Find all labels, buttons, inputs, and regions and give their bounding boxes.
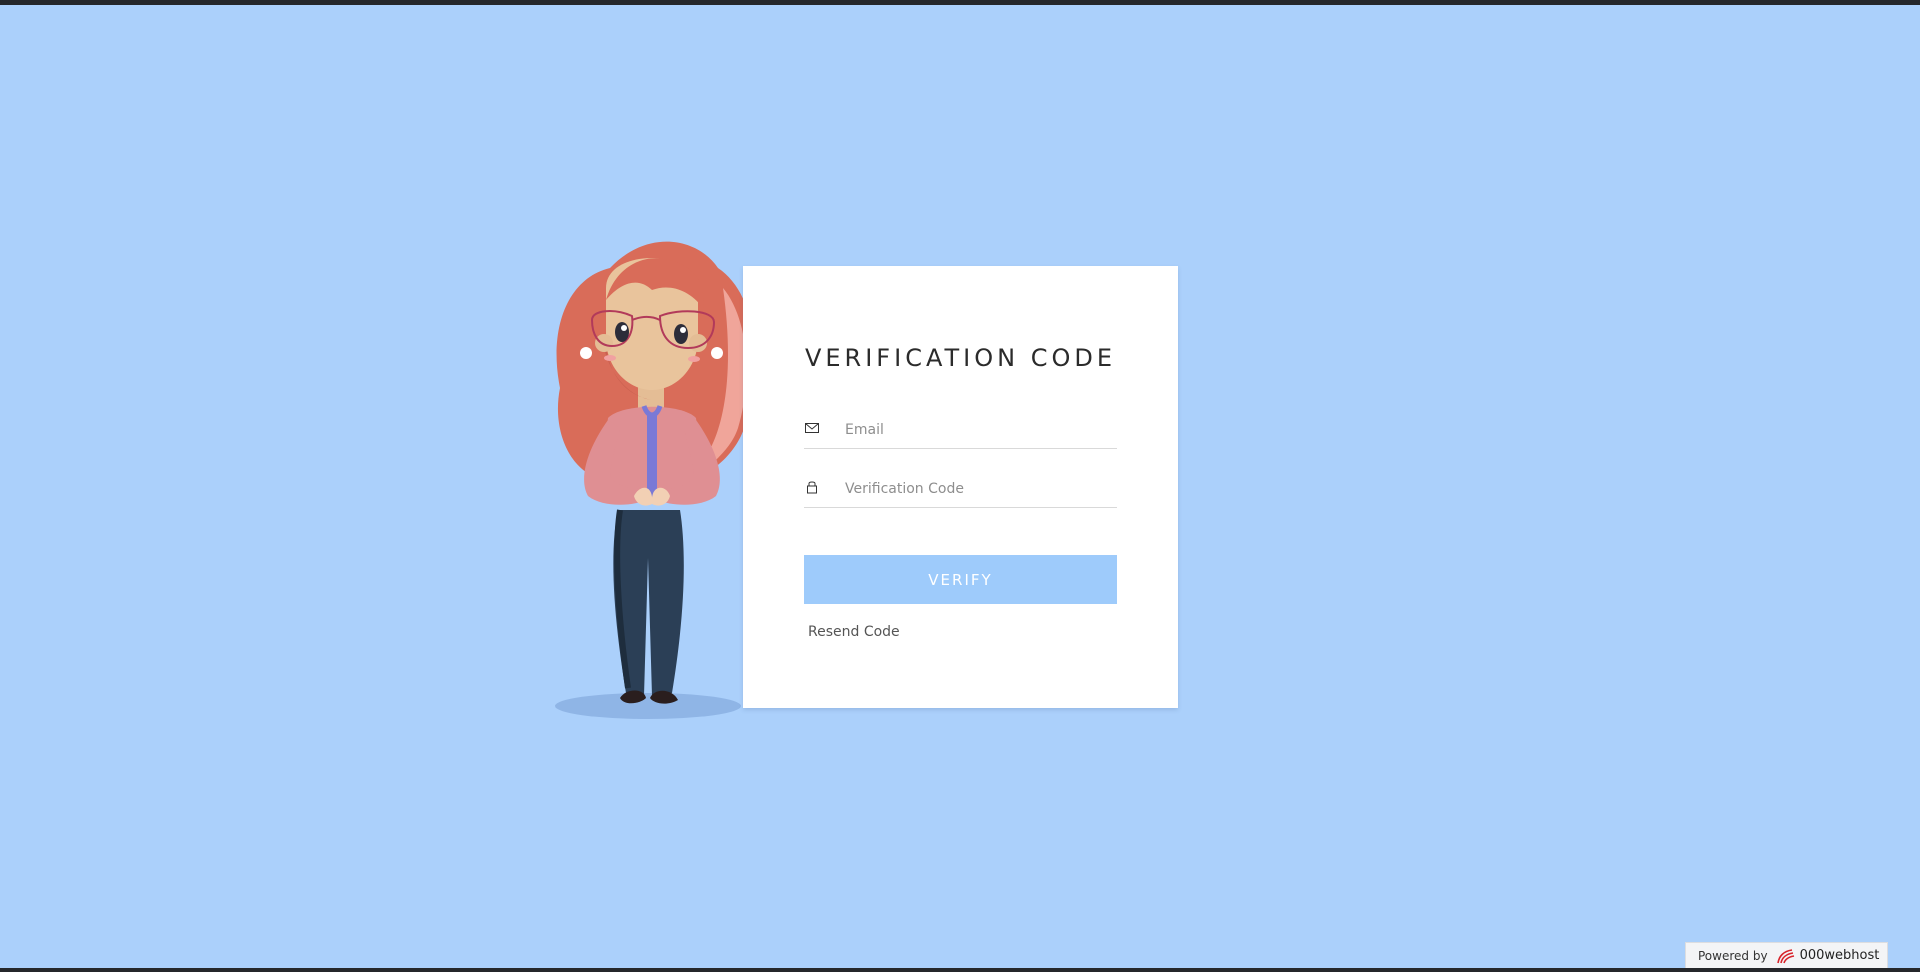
powered-by-badge[interactable]: Powered by 000webhost (1685, 942, 1888, 968)
lock-icon (807, 481, 817, 494)
powered-by-label: Powered by (1698, 948, 1768, 963)
verify-button[interactable]: VERIFY (804, 555, 1117, 604)
verification-code-field-wrapper (804, 473, 1117, 508)
resend-code-link[interactable]: Resend Code (808, 624, 900, 640)
browser-top-bar (0, 0, 1920, 5)
page-title: VERIFICATION CODE (804, 344, 1117, 372)
000webhost-logo-icon (1776, 948, 1794, 963)
envelope-icon (805, 423, 819, 433)
verification-code-input[interactable] (845, 473, 1115, 505)
email-field-wrapper (804, 414, 1117, 449)
brand-name: 000webhost (1799, 948, 1880, 963)
email-input[interactable] (845, 414, 1115, 446)
verification-card: VERIFICATION CODE VERIFY Resend Code (743, 266, 1178, 708)
woman-character-illustration (555, 241, 752, 719)
browser-bottom-edge (0, 968, 1920, 972)
